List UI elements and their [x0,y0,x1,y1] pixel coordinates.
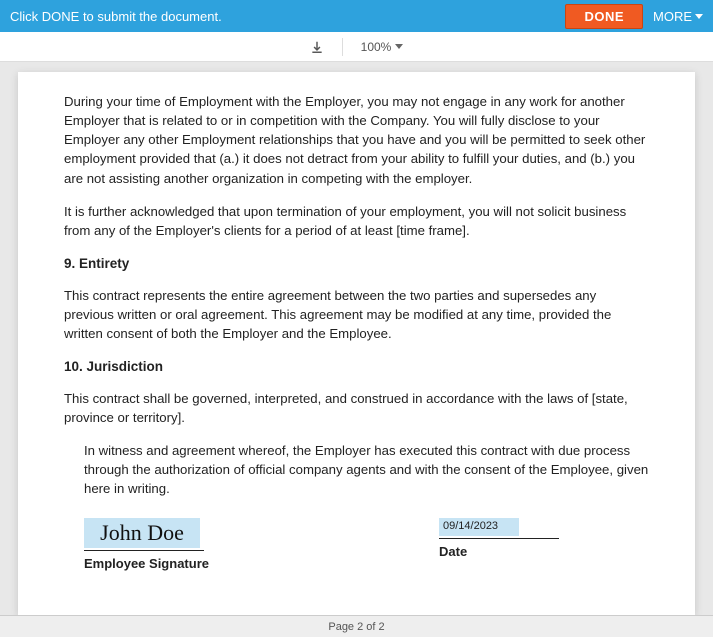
employee-date-value: 09/14/2023 [443,519,498,535]
section-10-heading: 10. Jurisdiction [64,357,649,377]
download-icon[interactable] [310,40,324,54]
more-label: MORE [653,9,692,24]
zoom-dropdown[interactable]: 100% [361,40,404,54]
date-label: Date [439,543,649,562]
document-toolbar: 100% [0,32,713,62]
employee-signature-label: Employee Signature [84,555,439,574]
page-indicator: Page 2 of 2 [328,621,384,633]
paragraph-termination: It is further acknowledged that upon ter… [64,202,649,240]
status-bar: Page 2 of 2 [0,615,713,637]
company-signature-block: Company Official Signature [84,594,439,615]
employee-signature-value: John Doe [100,522,184,544]
document-page: During your time of Employment with the … [18,72,695,615]
instruction-text: Click DONE to submit the document. [10,9,222,24]
employee-date-block: 09/14/2023 Date [439,518,649,574]
signature-row-employee: John Doe Employee Signature 09/14/2023 D… [84,518,649,574]
employee-signature-field[interactable]: John Doe [84,518,200,548]
top-bar-actions: DONE MORE [565,4,703,29]
signature-line [84,550,204,551]
zoom-level: 100% [361,40,392,54]
company-date-block: Date [439,594,649,615]
chevron-down-icon [395,44,403,49]
done-button[interactable]: DONE [565,4,643,29]
section-9-heading: 9. Entirety [64,254,649,274]
more-menu-button[interactable]: MORE [653,9,703,24]
paragraph-entirety: This contract represents the entire agre… [64,286,649,343]
paragraph-employment: During your time of Employment with the … [64,92,649,188]
employee-date-field[interactable]: 09/14/2023 [439,518,519,536]
date-line [439,538,559,539]
paragraph-witness: In witness and agreement whereof, the Em… [84,441,649,498]
toolbar-separator [342,38,343,56]
signature-row-company: Company Official Signature Date [84,594,649,615]
document-viewer: During your time of Employment with the … [0,62,713,615]
chevron-down-icon [695,14,703,19]
top-banner: Click DONE to submit the document. DONE … [0,0,713,32]
employee-signature-block: John Doe Employee Signature [84,518,439,574]
paragraph-jurisdiction: This contract shall be governed, interpr… [64,389,649,427]
